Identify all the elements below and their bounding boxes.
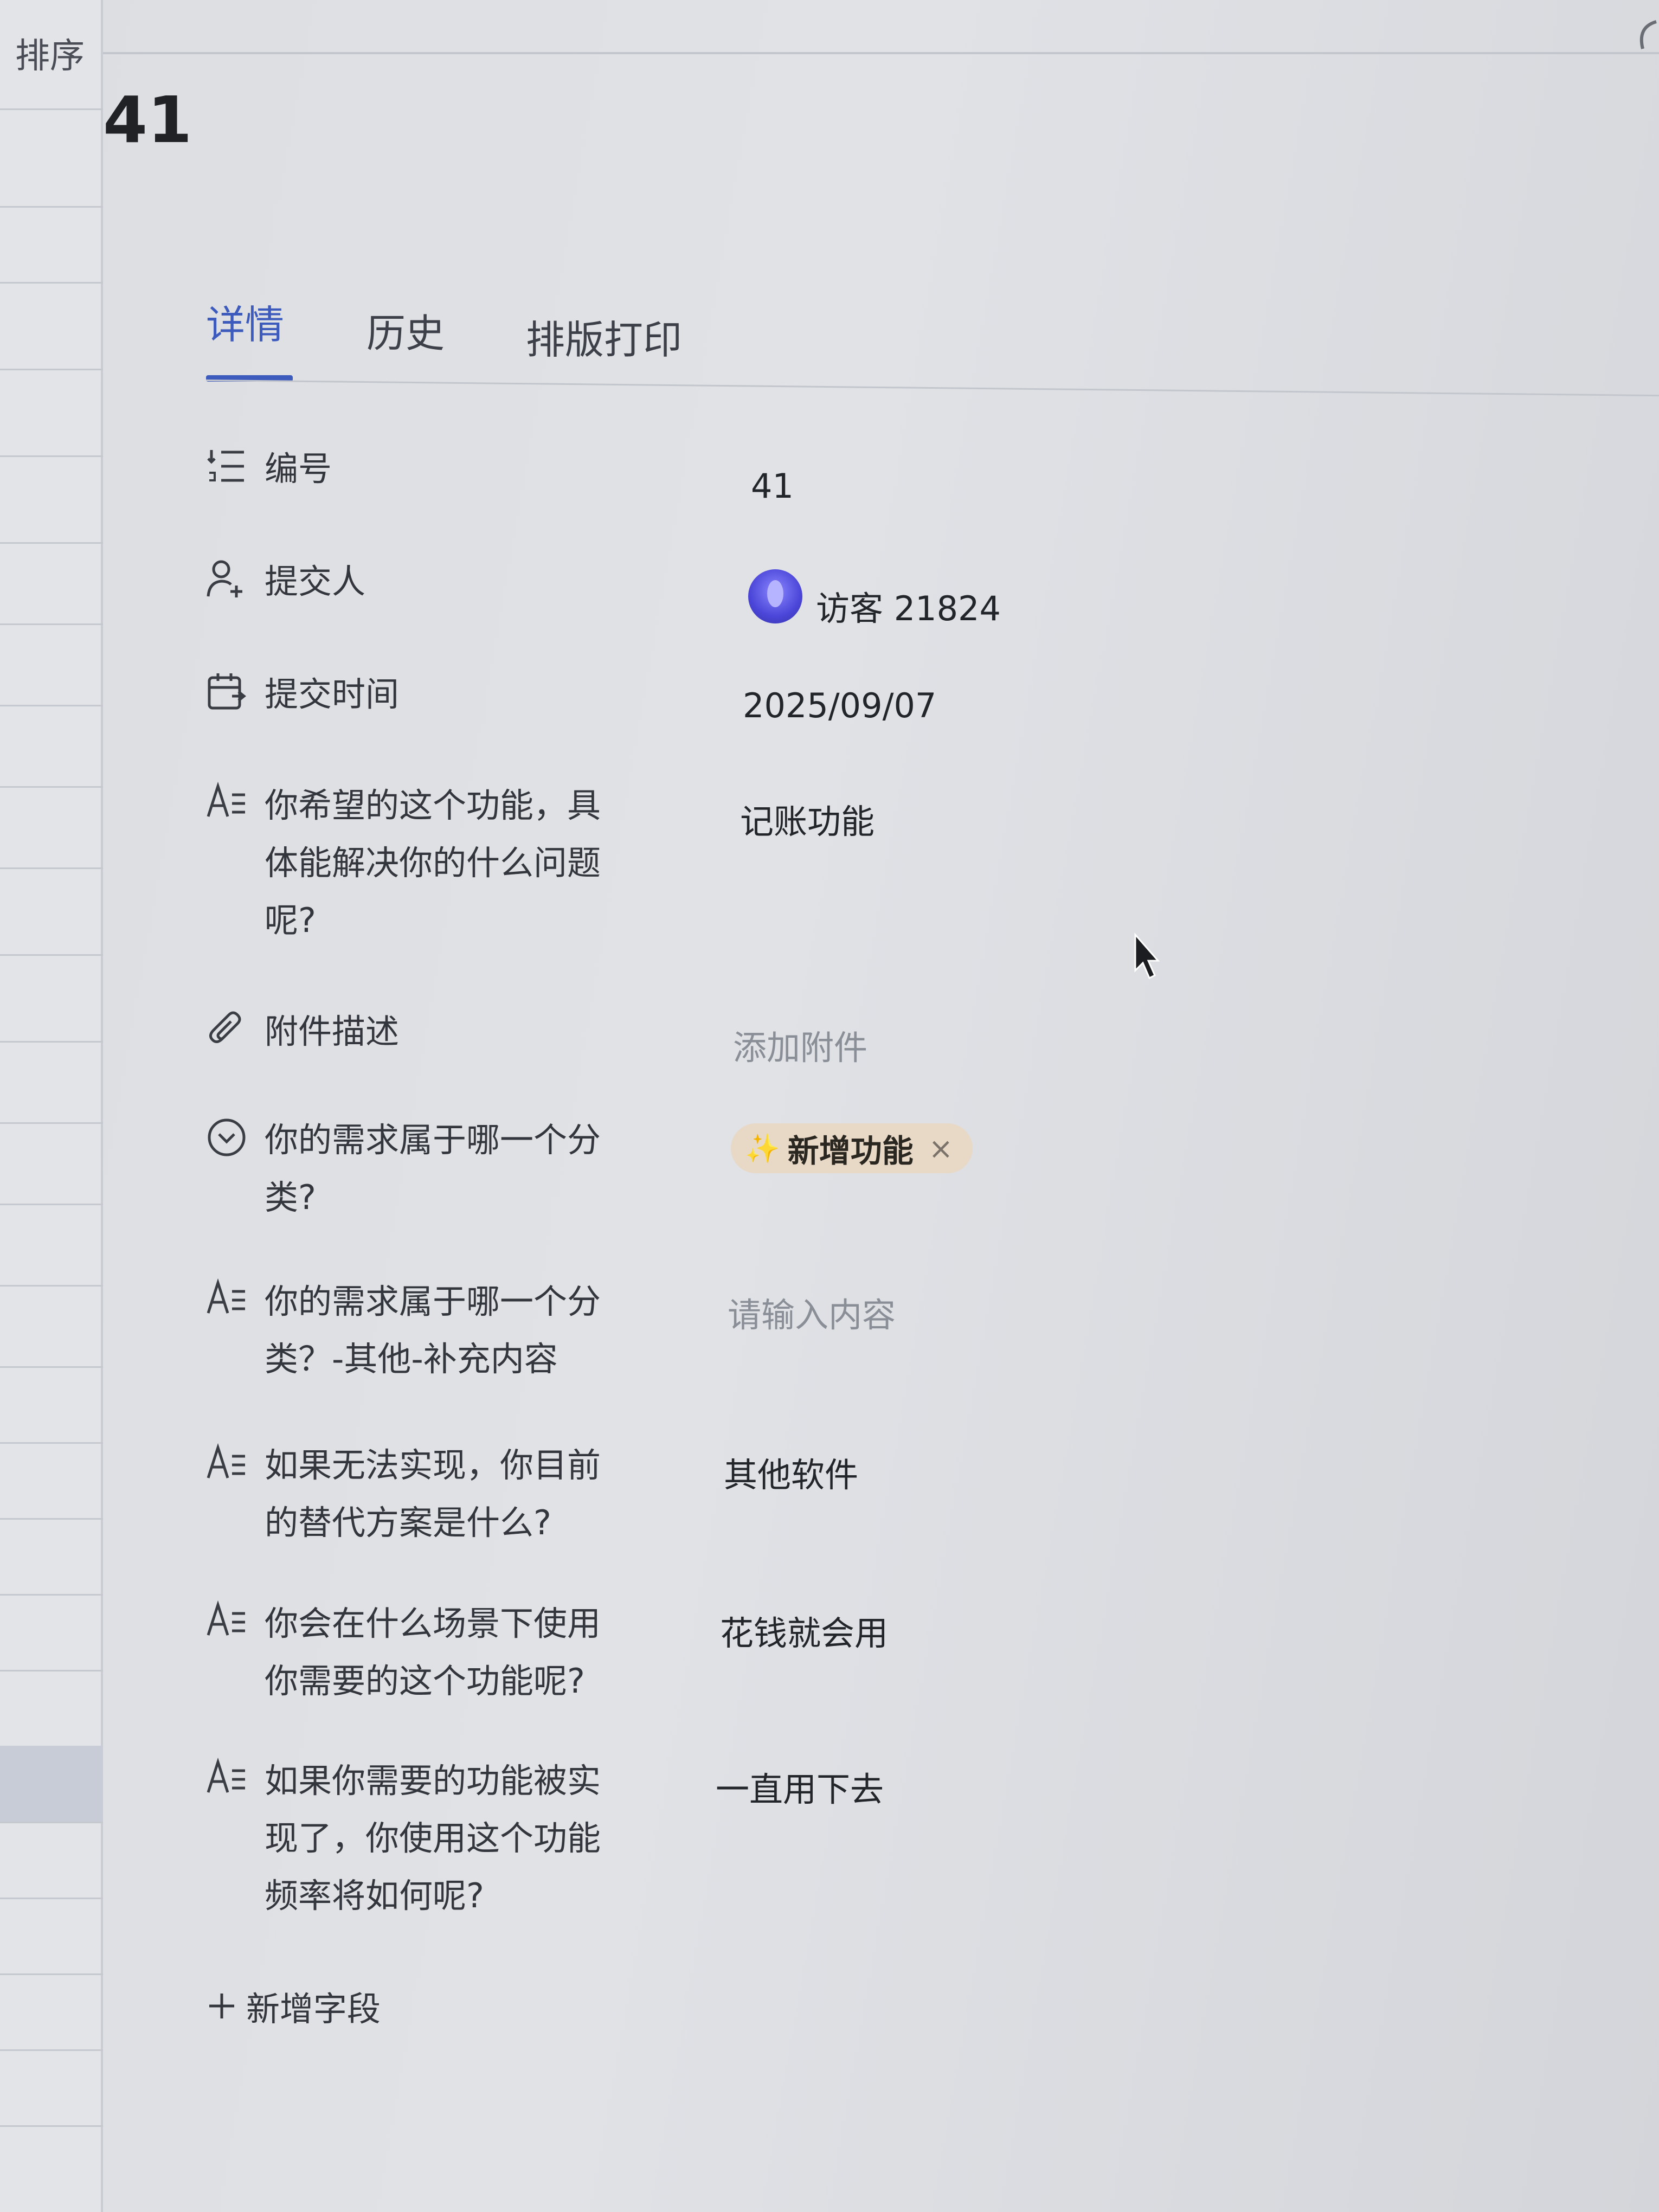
field-value-usage-frequency[interactable]: 一直用下去	[716, 1762, 884, 1811]
field-value-number[interactable]: 41	[751, 466, 794, 506]
text-field-icon	[207, 1278, 245, 1314]
field-value-usage-scenario[interactable]: 花钱就会用	[720, 1606, 888, 1655]
tab-details[interactable]: 详情	[206, 293, 284, 350]
field-label-usage-frequency: 如果你需要的功能被实 现了，你使用这个功能 频率将如何呢?	[265, 1761, 601, 1915]
list-row-divider	[0, 2049, 103, 2051]
field-value-submitter[interactable]: 访客 21824	[816, 581, 1001, 630]
left-record-list: 排序	[0, 0, 103, 2212]
list-row-divider	[0, 1670, 103, 1671]
field-value-problem-solved[interactable]: 记账功能	[740, 794, 874, 843]
calendar-edit-icon	[208, 673, 247, 710]
field-label-submit-time: 提交时间	[265, 674, 400, 714]
collapse-icon[interactable]	[1632, 16, 1659, 60]
text-field-icon	[207, 1443, 245, 1478]
field-value-submit-time[interactable]: 2025/09/07	[743, 686, 936, 725]
list-row-divider	[0, 1973, 103, 1975]
list-row-divider	[0, 1204, 103, 1205]
list-row-divider	[0, 282, 103, 284]
screen: 排序 41 详情 历史 排版打印 编号 41 提交人 访客 21824 提交时间…	[0, 0, 1659, 2212]
remove-tag-icon[interactable]: ×	[929, 1131, 953, 1166]
field-value-alternative[interactable]: 其他软件	[724, 1448, 858, 1496]
list-row-divider	[0, 867, 103, 869]
avatar-highlight	[767, 580, 783, 607]
mouse-cursor-icon	[1134, 933, 1160, 980]
add-field-label: 新增字段	[246, 1989, 381, 2029]
category-other-input[interactable]: 请输入内容	[728, 1288, 896, 1336]
single-select-icon	[208, 1118, 246, 1156]
list-row-divider	[0, 1898, 103, 1899]
field-label-number: 编号	[265, 449, 332, 488]
list-row-divider	[0, 1594, 103, 1596]
list-row-divider	[0, 1366, 103, 1368]
list-row-divider	[0, 542, 103, 544]
list-row-selected[interactable]	[0, 1746, 103, 1822]
list-row-divider	[0, 954, 103, 956]
field-label-attachment: 附件描述	[265, 1012, 400, 1051]
list-row-divider	[0, 108, 103, 110]
list-row-divider	[0, 705, 103, 706]
list-row-divider	[0, 206, 103, 208]
list-row-divider	[0, 455, 103, 457]
field-label-submitter: 提交人	[265, 562, 366, 601]
tab-print-layout[interactable]: 排版打印	[526, 308, 682, 365]
add-user-icon	[207, 560, 242, 597]
add-field-button[interactable]: 新增字段	[207, 1982, 381, 2030]
tab-history[interactable]: 历史	[366, 301, 445, 358]
field-label-category-other: 你的需求属于哪一个分 类？-其他-补充内容	[265, 1282, 601, 1379]
record-title: 41	[103, 82, 192, 157]
list-row-divider	[0, 623, 103, 625]
list-row-divider	[0, 1041, 103, 1043]
category-tag[interactable]: ✨ 新增功能 ×	[731, 1123, 973, 1173]
list-row-divider	[0, 1285, 103, 1287]
sparkle-icon: ✨	[745, 1132, 780, 1165]
text-field-icon	[207, 781, 245, 817]
text-field-icon	[207, 1600, 245, 1636]
add-attachment-button[interactable]: 添加附件	[733, 1020, 867, 1069]
numbered-list-icon	[207, 450, 244, 482]
list-row-divider	[0, 786, 103, 788]
list-row-divider	[0, 2125, 103, 2127]
text-field-icon	[207, 1757, 245, 1793]
paperclip-icon	[209, 1011, 241, 1043]
list-row-divider	[0, 1442, 103, 1444]
list-row-divider	[0, 1518, 103, 1520]
field-label-problem-solved: 你希望的这个功能，具 体能解决你的什么问题 呢?	[265, 786, 601, 940]
list-row-divider	[0, 1122, 103, 1124]
field-label-category: 你的需求属于哪一个分 类?	[265, 1120, 601, 1217]
list-row-divider	[0, 1822, 103, 1823]
field-label-alternative: 如果无法实现，你目前 的替代方案是什么?	[265, 1445, 601, 1542]
category-tag-label: 新增功能	[787, 1133, 914, 1169]
field-label-usage-scenario: 你会在什么场景下使用 你需要的这个功能呢?	[265, 1604, 601, 1701]
sort-button[interactable]: 排序	[15, 28, 85, 78]
list-row-divider	[0, 369, 103, 370]
plus-icon	[209, 1994, 234, 2018]
